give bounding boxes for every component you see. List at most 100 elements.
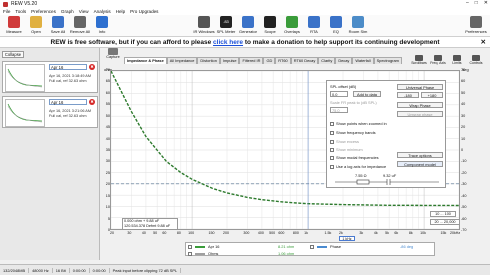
donate-link[interactable]: click here [213, 39, 243, 46]
tab-gd[interactable]: GD [263, 57, 276, 64]
measurement-item[interactable]: Apr 16 Apr 16, 2021 3:18:49 AM Full cal, r… [2, 61, 98, 93]
legend-row-2: Ohms 1.06 ohm [186, 250, 436, 257]
x-tick-label: 8k [408, 231, 413, 235]
tab-waterfall[interactable]: Waterfall [352, 57, 374, 64]
tab-filtered-ir[interactable]: Filtered IR [239, 57, 264, 64]
trace-options-button[interactable]: Trace options [397, 152, 443, 158]
collapse-button[interactable]: Collapse [2, 51, 24, 58]
menu-file[interactable]: File [3, 9, 10, 14]
legend-phase-checkbox[interactable] [310, 244, 314, 249]
tool-label: Freq. Axis [430, 61, 446, 65]
y-right-tick: -30 [461, 182, 467, 187]
menu-tools[interactable]: Tools [15, 9, 26, 14]
minimize-button[interactable]: – [466, 0, 469, 6]
measurement-item[interactable]: Apr 16 Apr 16, 2021 3:21:06 AM Full cal, r… [2, 96, 98, 128]
plus-180-button[interactable]: +180 [421, 92, 443, 98]
rta-button[interactable]: RTA [303, 16, 325, 34]
open-button[interactable]: Open [25, 16, 47, 34]
y-right-tick: 30 [461, 113, 466, 118]
show-bands-checkbox[interactable]: Show frequency bands [330, 130, 376, 135]
ir-windows-button[interactable]: IR Windows [193, 16, 215, 34]
tab-rt60[interactable]: RT60 [275, 57, 291, 64]
toolbar-label: EQ [333, 29, 339, 34]
preferences-button[interactable]: Preferences [463, 16, 489, 34]
y-left-tick: 45 [105, 125, 110, 130]
tab-decay[interactable]: Decay [335, 57, 353, 64]
tab-spectrogram[interactable]: Spectrogram [373, 57, 402, 64]
menu-preferences[interactable]: Preferences [31, 9, 56, 14]
show-modal-checkbox[interactable]: Show modal frequencies [330, 155, 379, 160]
legend-value: 1.06 ohm [278, 251, 295, 256]
save-all-button[interactable]: Save All [47, 16, 69, 34]
spl-offset-field[interactable]: 0.0 [330, 91, 348, 97]
scale-field[interactable]: 75.0 [330, 107, 348, 113]
log-axis-checkbox[interactable]: Use a log axis for impedance [330, 164, 386, 169]
menu-analysis[interactable]: Analysis [94, 9, 111, 14]
y-left-axis: 70 65 60 55 50 45 40 35 30 25 20 15 10 5 0 [103, 68, 110, 232]
status-field: Peak input before clipping 72 dB SPL [110, 267, 182, 273]
menu-view[interactable]: View [79, 9, 89, 14]
y-left-tick: 15 [105, 193, 110, 198]
tab-impulse[interactable]: Impulse [219, 57, 240, 64]
scrollbars-button[interactable]: Scrollbars [410, 55, 428, 65]
legend-checkbox[interactable] [188, 244, 192, 249]
status-field: 132/2048MB [0, 267, 30, 273]
show-excess-label: Show excess [336, 139, 359, 144]
cursor-freq-box[interactable]: 1 kHz [339, 236, 355, 241]
menu-graph[interactable]: Graph [61, 9, 74, 14]
show-points-checkbox[interactable]: Show points when zoomed in [330, 121, 387, 126]
remove-measurement-icon[interactable]: ✖ [89, 64, 95, 70]
close-banner-icon[interactable]: ✕ [481, 37, 486, 48]
tab-all-impedance[interactable]: All Impedance [166, 57, 198, 64]
window-title: REW V5.20 [11, 1, 38, 7]
measurement-name[interactable]: Apr 16 [49, 99, 87, 105]
tab-impedance-phase[interactable]: Impedance & Phase [124, 57, 167, 64]
scope-button[interactable]: Scope [259, 16, 281, 34]
limits-button[interactable]: Limits [448, 55, 466, 65]
x-tick-label: 30 [127, 231, 132, 235]
info-button[interactable]: Info [91, 16, 113, 34]
remove-all-button[interactable]: Remove All [69, 16, 91, 34]
universal-phase-button[interactable]: Universal Phase [397, 84, 443, 90]
menu-pro-upgrades[interactable]: Pro Upgrades [130, 9, 158, 14]
x-tick-label: 3k [359, 231, 364, 235]
room-sim-button[interactable]: Room Sim [347, 16, 369, 34]
y-range-box[interactable]: 10 ... 100 [430, 211, 456, 217]
overlays-button[interactable]: Overlays [281, 16, 303, 34]
remove-measurement-icon[interactable]: ✖ [89, 99, 95, 105]
rta-icon [308, 16, 320, 28]
minus-180-button[interactable]: -180 [397, 92, 419, 98]
y-right-tick: -60 [461, 216, 467, 221]
component-model-button[interactable]: Component model [397, 161, 443, 167]
tab-clarity[interactable]: Clarity [318, 57, 336, 64]
x-range-box[interactable]: 20 ... 20,000 [430, 219, 460, 225]
controls-button[interactable]: Controls [467, 55, 485, 65]
spl-meter-button[interactable]: .83 SPL Meter [215, 16, 237, 34]
close-button[interactable]: ✕ [484, 0, 488, 6]
maximize-button[interactable]: □ [475, 0, 478, 6]
freq-axis-button[interactable]: Freq. Axis [429, 55, 447, 65]
eq-button[interactable]: EQ [325, 16, 347, 34]
y-left-tick: 30 [105, 159, 110, 164]
toolbar-label: IR Windows [193, 29, 215, 34]
graph-controls-panel: SPL offset (dB) 0.0 Add to data Scale FR… [326, 80, 446, 188]
toolbar-label: Remove All [69, 29, 91, 34]
capture-button[interactable]: Capture [104, 48, 122, 59]
y-left-tick: 20 [105, 182, 110, 187]
toolbar-label: Preferences [465, 29, 487, 34]
measurement-name[interactable]: Apr 16 [49, 64, 87, 70]
add-to-data-button[interactable]: Add to data [353, 91, 381, 97]
y-right-tick: 20 [461, 125, 466, 130]
legend-checkbox[interactable] [188, 251, 192, 256]
show-excess-checkbox[interactable]: Show excess [330, 139, 359, 144]
generator-button[interactable]: Generator [237, 16, 259, 34]
measure-button[interactable]: Measure [3, 16, 25, 34]
wrap-phase-button[interactable]: Wrap Phase [397, 102, 443, 108]
tab-distortion[interactable]: Distortion [197, 57, 220, 64]
status-field: 0:00:00 [70, 267, 90, 273]
menu-help[interactable]: Help [116, 9, 125, 14]
show-minimum-checkbox[interactable]: Show minimum [330, 147, 363, 152]
banner-text-after: to make a donation to help support its c… [243, 39, 440, 46]
unwrap-phase-button[interactable]: Unwrap phase [397, 111, 443, 117]
tab-rt60-decay[interactable]: RT60 Decay [290, 57, 319, 64]
